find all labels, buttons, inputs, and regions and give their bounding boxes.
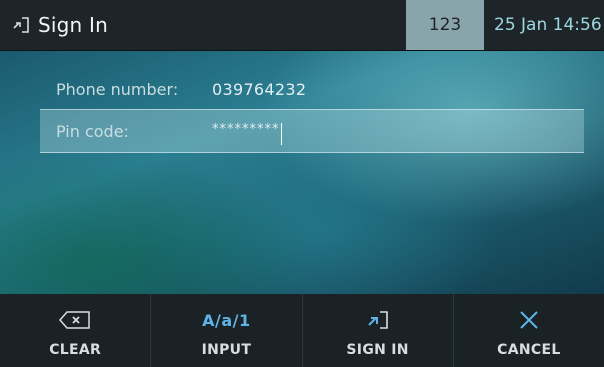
input-mode-icon: A/a/1 bbox=[202, 302, 251, 338]
input-mode-indicator: 123 bbox=[406, 0, 484, 50]
cancel-button[interactable]: CANCEL bbox=[454, 294, 604, 367]
text-cursor bbox=[280, 123, 282, 145]
phone-number-label: Phone number: bbox=[56, 79, 179, 99]
title-bar: Sign In 123 25 Jan 14:56 bbox=[0, 0, 604, 51]
sign-in-form: Phone number: 039764232 Pin code: ******… bbox=[0, 51, 604, 294]
pin-code-label: Pin code: bbox=[56, 121, 129, 141]
pin-code-input[interactable]: ********* bbox=[212, 120, 282, 145]
sign-in-icon bbox=[366, 302, 390, 338]
cancel-label: CANCEL bbox=[497, 342, 561, 358]
pin-code-value: ********* bbox=[212, 121, 280, 137]
backspace-icon bbox=[58, 302, 92, 338]
phone-number-row[interactable]: Phone number: 039764232 bbox=[40, 67, 584, 111]
input-label: INPUT bbox=[201, 342, 252, 358]
softkey-bar: CLEAR A/a/1 INPUT SIGN IN CANCEL bbox=[0, 294, 604, 367]
phone-number-value: 039764232 bbox=[212, 79, 307, 99]
sign-in-button[interactable]: SIGN IN bbox=[303, 294, 454, 367]
date-time: 25 Jan 14:56 bbox=[494, 15, 602, 35]
input-mode-button[interactable]: A/a/1 INPUT bbox=[151, 294, 303, 367]
clear-label: CLEAR bbox=[49, 342, 102, 358]
title-group: Sign In bbox=[12, 0, 108, 50]
sign-in-label: SIGN IN bbox=[346, 342, 409, 358]
page-title: Sign In bbox=[38, 13, 108, 37]
input-mode-glyph: A/a/1 bbox=[202, 310, 251, 330]
clear-button[interactable]: CLEAR bbox=[0, 294, 152, 367]
sign-in-screen: Sign In 123 25 Jan 14:56 Phone number: 0… bbox=[0, 0, 604, 367]
sign-in-icon bbox=[12, 16, 30, 34]
close-icon bbox=[518, 302, 540, 338]
pin-code-field[interactable]: Pin code: ********* bbox=[40, 109, 584, 153]
